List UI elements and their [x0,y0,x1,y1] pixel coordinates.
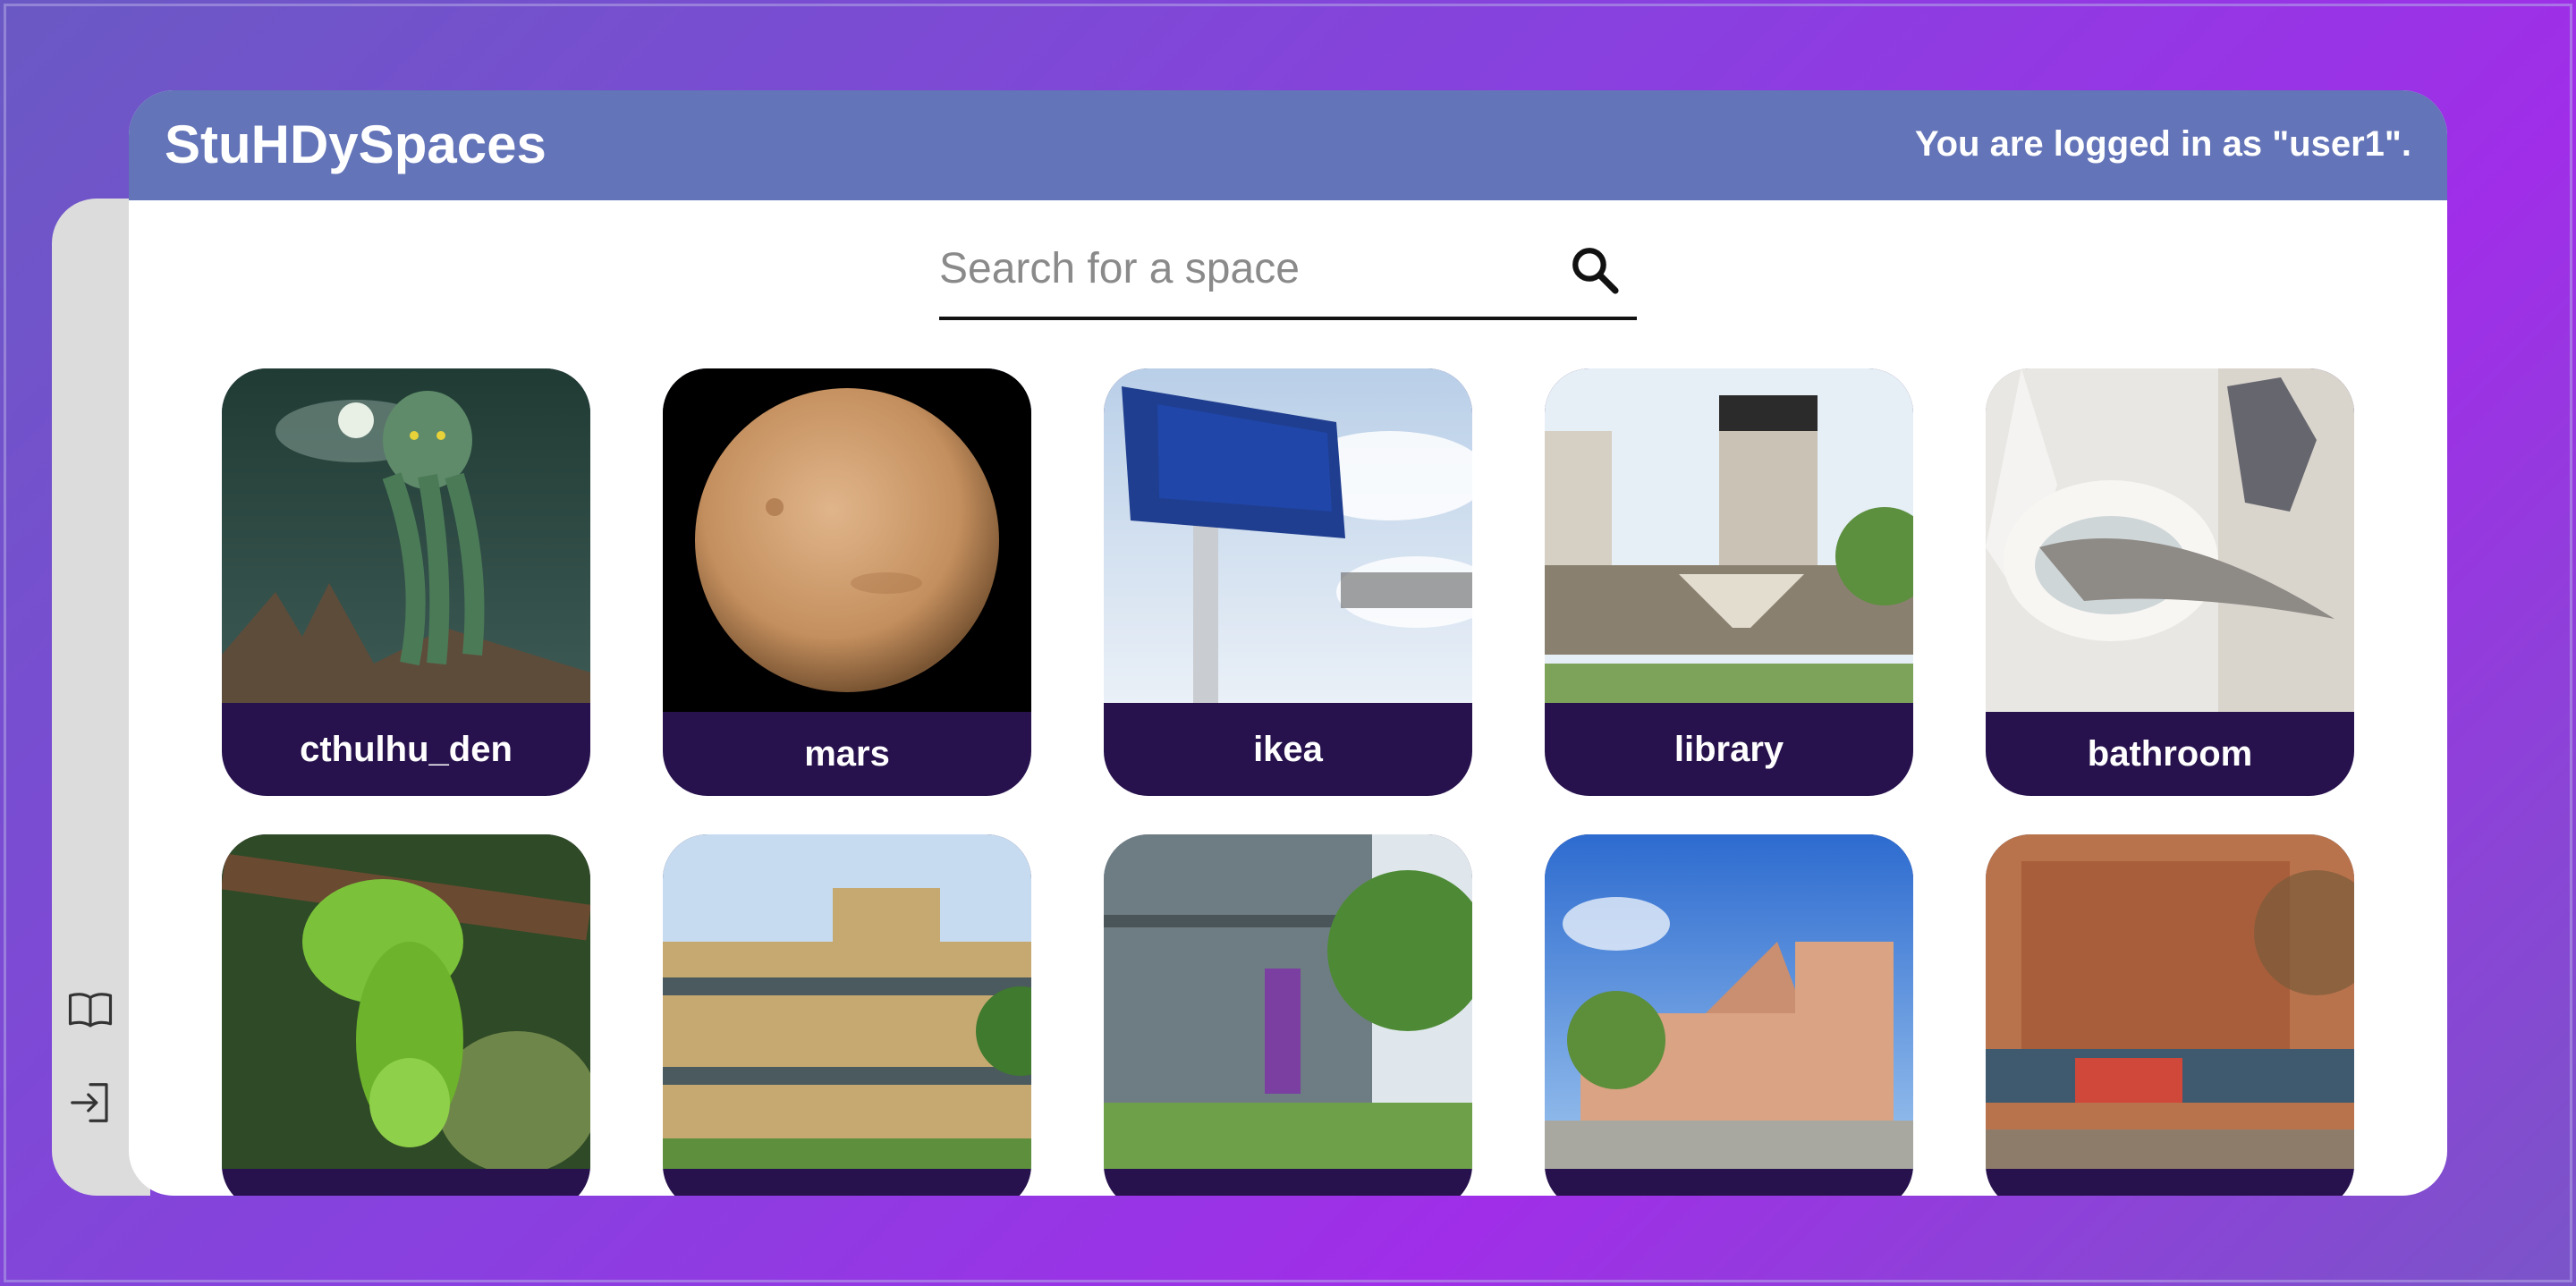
book-icon[interactable] [66,986,114,1034]
space-card[interactable] [1986,834,2354,1196]
space-image [222,368,590,703]
space-card-bathroom[interactable]: bathroom [1986,368,2354,796]
search-input[interactable] [939,241,1547,296]
space-name: mars [804,733,890,774]
space-card[interactable] [1545,834,1913,1196]
space-name: ikea [1253,729,1323,769]
login-status: You are logged in as "user1". [1914,124,2411,164]
space-name [1545,1117,1913,1196]
brand-title: StuHDySpaces [165,114,547,174]
space-name [1104,1117,1472,1196]
space-name: library [1674,729,1784,769]
space-name [1986,1117,2354,1196]
space-card-library[interactable]: library [1545,368,1913,796]
space-image [663,368,1031,712]
space-card-ikea[interactable]: ikea [1104,368,1472,796]
space-card-mars[interactable]: mars [663,368,1031,796]
space-image [1104,368,1472,703]
space-card[interactable] [663,834,1031,1196]
search-icon[interactable] [1569,244,1621,296]
header: StuHDySpaces You are logged in as "user1… [129,90,2447,200]
space-name: cthulhu_den [300,729,513,769]
space-card-cthulhu_den[interactable]: cthulhu_den [222,368,590,796]
space-image [1986,368,2354,712]
main-card: StuHDySpaces You are logged in as "user1… [129,90,2447,1196]
space-card[interactable] [1104,834,1472,1196]
space-card[interactable] [222,834,590,1196]
space-name [663,1117,1031,1196]
search-bar [939,224,1637,320]
login-icon[interactable] [66,1079,114,1127]
space-name: bathroom [2087,733,2253,774]
space-name [222,1117,590,1196]
space-image [1545,368,1913,703]
